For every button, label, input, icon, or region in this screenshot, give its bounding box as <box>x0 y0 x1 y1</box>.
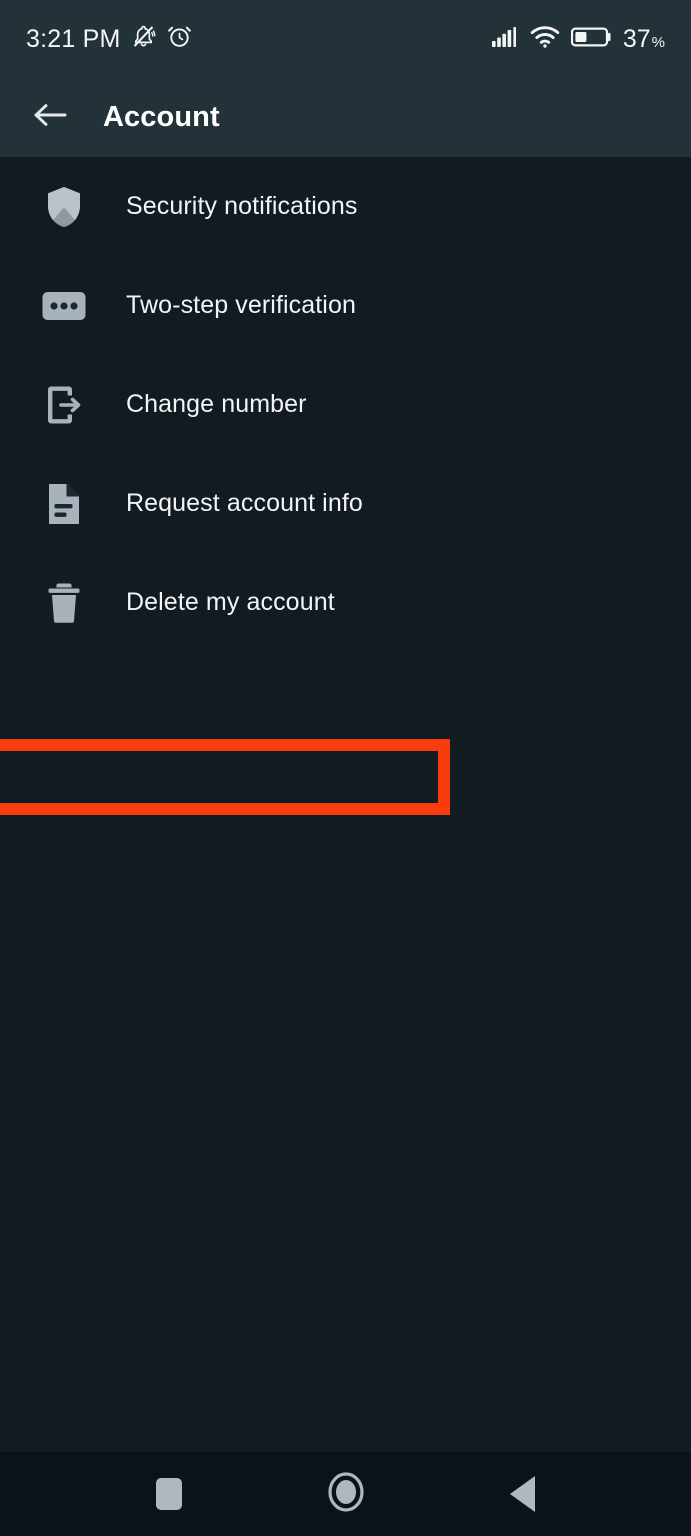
back-arrow-icon <box>32 100 68 135</box>
wifi-icon <box>530 25 560 53</box>
home-button[interactable] <box>314 1462 378 1526</box>
list-item-label: Request account info <box>126 489 363 517</box>
triangle-back-icon <box>510 1476 535 1512</box>
square-recents-icon <box>155 1478 182 1510</box>
back-button[interactable] <box>24 92 76 144</box>
battery-percent-sign: % <box>651 33 665 51</box>
status-clock: 3:21 PM <box>26 24 121 53</box>
page-title: Account <box>103 101 220 133</box>
status-bar: 3:21 PM 37 % <box>0 0 691 78</box>
list-item-change-number[interactable]: Change number <box>0 355 691 454</box>
settings-list: Security notifications Two-step verifica… <box>0 157 691 815</box>
android-nav-bar <box>0 1452 691 1536</box>
alarm-clock-icon <box>166 23 193 55</box>
list-item-label: Security notifications <box>126 192 358 220</box>
app-bar: Account <box>0 78 691 157</box>
trash-icon <box>40 579 88 627</box>
document-icon <box>40 480 88 528</box>
status-bar-left: 3:21 PM <box>26 23 193 55</box>
recents-button[interactable] <box>137 1462 201 1526</box>
passcode-dots-icon <box>40 282 88 330</box>
circle-home-icon <box>323 1469 369 1520</box>
battery-icon <box>570 26 612 53</box>
list-item-two-step-verification[interactable]: Two-step verification <box>0 256 691 355</box>
list-item-delete-my-account[interactable]: Delete my account <box>0 553 691 652</box>
shield-icon <box>40 183 88 231</box>
list-item-request-account-info[interactable]: Request account info <box>0 454 691 553</box>
battery-percent: 37% <box>622 24 665 53</box>
phone-screen: 3:21 PM 37 % Account Security notificati… <box>0 0 691 1536</box>
list-item-label: Change number <box>126 390 307 418</box>
list-item-security-notifications[interactable]: Security notifications <box>0 157 691 256</box>
phone-exit-arrow-icon <box>40 381 88 429</box>
bell-muted-icon <box>130 23 157 55</box>
list-item-label: Delete my account <box>126 588 335 616</box>
highlight-box-delete-my-account <box>0 739 450 815</box>
status-bar-right: 37% <box>491 25 665 53</box>
list-item-label: Two-step verification <box>126 291 356 319</box>
back-nav-button[interactable] <box>491 1462 555 1526</box>
battery-percent-value: 37 <box>622 24 651 53</box>
cellular-signal-icon <box>491 26 519 53</box>
